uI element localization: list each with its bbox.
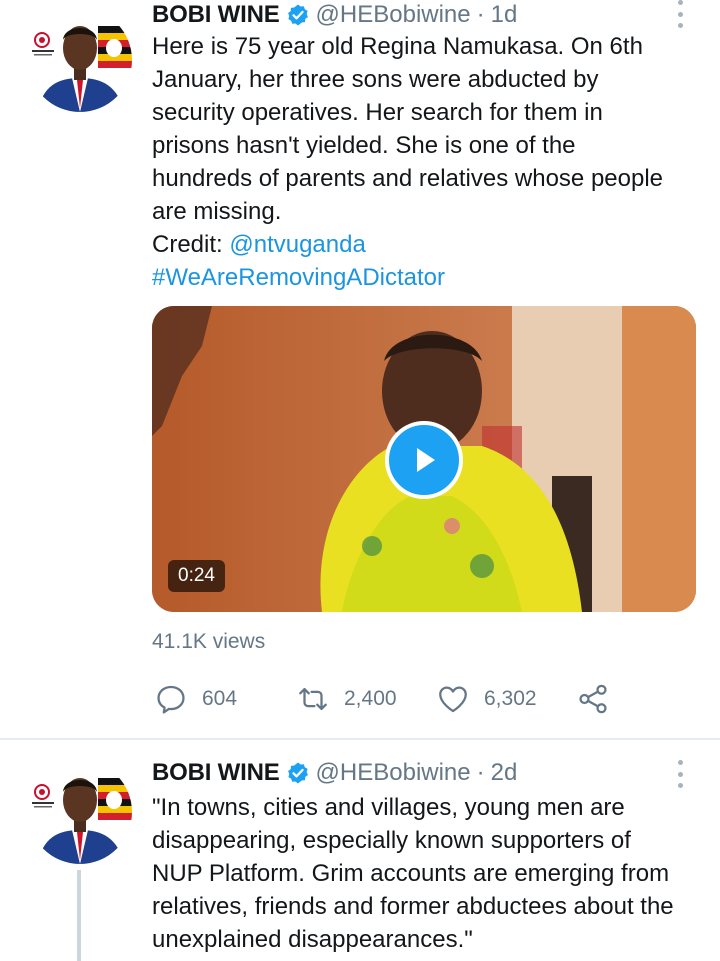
- avatar-image: [28, 760, 132, 864]
- author-name[interactable]: BOBI WINE: [152, 759, 280, 787]
- tweet-text-line: prisons hasn't yielded. She is one of th…: [152, 132, 576, 159]
- mention-link[interactable]: @ntvuganda: [229, 231, 365, 258]
- video-player[interactable]: 0:24: [152, 306, 696, 612]
- avatar[interactable]: [28, 760, 132, 864]
- timestamp[interactable]: 1d: [491, 1, 518, 29]
- tweet-text: "In towns, cities and villages, young me…: [152, 791, 712, 956]
- author-handle[interactable]: @HEBobiwine: [316, 759, 471, 787]
- reply-count: 604: [202, 687, 238, 710]
- separator: ·: [476, 1, 485, 28]
- share-icon: [579, 684, 607, 714]
- more-options-icon[interactable]: [670, 0, 690, 28]
- author-name[interactable]: BOBI WINE: [152, 1, 280, 29]
- verified-badge-icon: [287, 4, 308, 26]
- tweet-text-line: January, her three sons were abducted by: [152, 66, 599, 93]
- reply-icon: [157, 685, 185, 714]
- reply-button[interactable]: 604: [154, 676, 237, 722]
- tweet-text-line: are missing.: [152, 198, 282, 225]
- more-options-icon[interactable]: [670, 760, 690, 788]
- separator: ·: [476, 759, 485, 786]
- tweet-text-line: Here is 75 year old Regina Namukasa. On …: [152, 33, 643, 60]
- video-duration: 0:24: [168, 560, 225, 592]
- author-handle[interactable]: @HEBobiwine: [316, 1, 471, 29]
- tweet-header: BOBI WINE @HEBobiwine · 2d: [152, 758, 720, 788]
- tweet-text-line: hundreds of parents and relatives whose …: [152, 165, 664, 192]
- tweet-text-line: "In towns, cities and villages, young me…: [152, 794, 625, 821]
- hashtag-link[interactable]: #WeAreRemovingADictator: [152, 261, 712, 294]
- tweet-text-line: NUP Platform. Grim accounts are emerging…: [152, 860, 670, 887]
- view-count: 41.1K views: [152, 630, 266, 653]
- tweet[interactable]: BOBI WINE @HEBobiwine · 1d Here is 75 ye…: [0, 0, 720, 738]
- thread-connector: [77, 870, 81, 961]
- tweet-text-line: security operatives. Her search for them…: [152, 99, 603, 126]
- verified-badge-icon: [287, 762, 308, 784]
- credit-line: Credit: @ntvuganda: [152, 228, 712, 261]
- timestamp[interactable]: 2d: [491, 759, 518, 787]
- share-button[interactable]: [576, 676, 610, 722]
- like-button[interactable]: 6,302: [436, 676, 537, 722]
- tweet-text-line: unexplained disappearances.": [152, 926, 473, 953]
- avatar-image: [28, 8, 132, 112]
- tweet-actions: 604 2,400 6,302: [152, 676, 672, 722]
- like-count: 6,302: [484, 687, 537, 710]
- retweet-icon: [299, 687, 327, 711]
- heart-icon: [439, 686, 467, 713]
- tweet-text-line: disappearing, especially known supporter…: [152, 827, 631, 854]
- play-icon[interactable]: [385, 421, 463, 499]
- tweet-header: BOBI WINE @HEBobiwine · 1d: [152, 0, 720, 30]
- retweet-count: 2,400: [344, 687, 397, 710]
- tweet-text-line: relatives, friends and former abductees …: [152, 893, 674, 920]
- tweet-text: Here is 75 year old Regina Namukasa. On …: [152, 30, 712, 294]
- retweet-button[interactable]: 2,400: [296, 676, 397, 722]
- credit-label: Credit:: [152, 231, 230, 258]
- avatar[interactable]: [28, 8, 132, 112]
